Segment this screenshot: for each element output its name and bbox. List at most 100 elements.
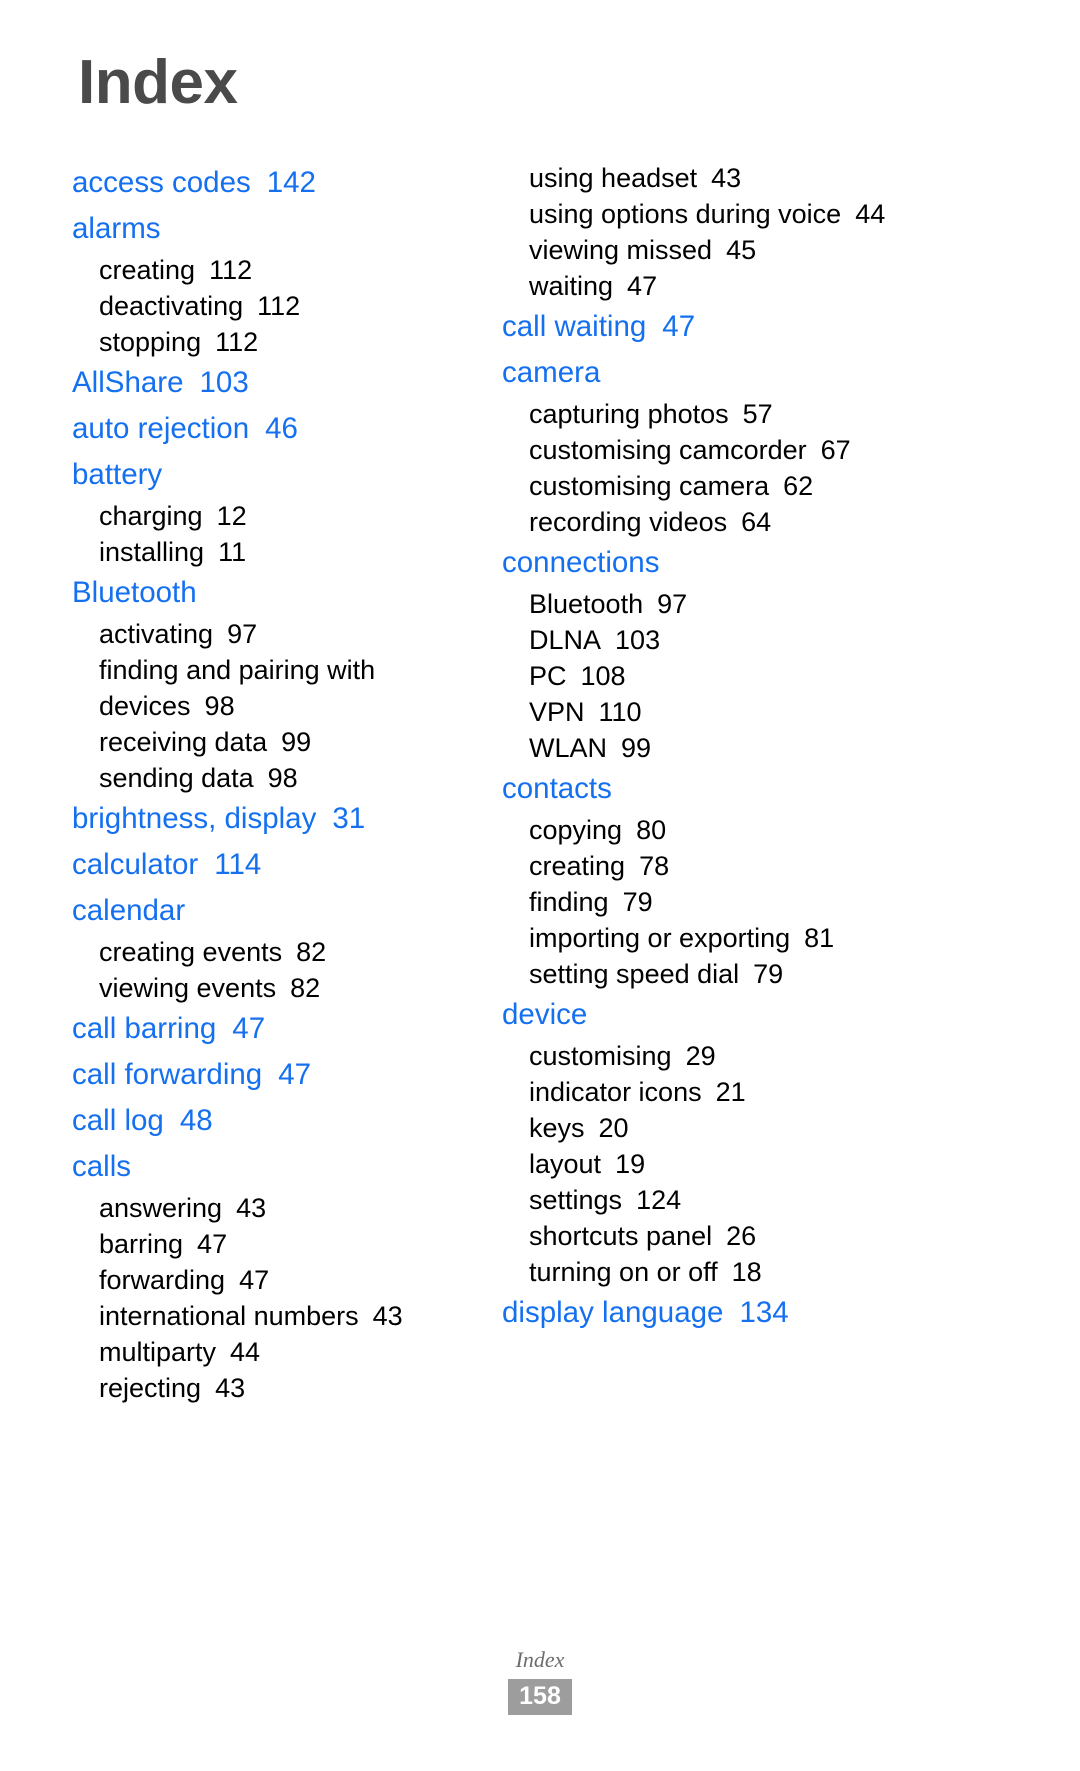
index-subentry[interactable]: activating 97 <box>99 616 502 652</box>
index-subentry[interactable]: multiparty 44 <box>99 1334 502 1370</box>
index-subentry[interactable]: deactivating 112 <box>99 288 502 324</box>
index-subentry[interactable]: answering 43 <box>99 1190 502 1226</box>
index-subentry[interactable]: customising camera 62 <box>529 468 1062 504</box>
index-subentry[interactable]: rejecting 43 <box>99 1370 502 1406</box>
index-subentry[interactable]: international numbers 43 <box>99 1298 502 1334</box>
index-entry-heading[interactable]: auto rejection 46 <box>72 406 502 452</box>
index-entry-page-number: 46 <box>265 412 298 445</box>
index-entry-block: device customising 29 indicator icons 21 keys… <box>502 992 1062 1290</box>
page-footer: Index 158 <box>0 1646 1080 1715</box>
index-subentry[interactable]: creating events 82 <box>99 934 502 970</box>
index-entry-heading[interactable]: battery <box>72 452 502 498</box>
index-subentry[interactable]: recording videos 64 <box>529 504 1062 540</box>
index-subentry-page-number: 20 <box>598 1113 629 1143</box>
index-subentry[interactable]: barring 47 <box>99 1226 502 1262</box>
index-subentry[interactable]: customising 29 <box>529 1038 1062 1074</box>
index-subentry[interactable]: Bluetooth 97 <box>529 586 1062 622</box>
index-subentry-term: customising camera <box>529 471 770 501</box>
footer-section-label: Index <box>515 1647 565 1672</box>
index-subentry[interactable]: viewing missed 45 <box>529 232 1062 268</box>
index-subentry[interactable]: WLAN 99 <box>529 730 1062 766</box>
index-subentry[interactable]: creating 78 <box>529 848 1062 884</box>
index-entry-heading[interactable]: connections <box>502 540 1062 586</box>
index-entry-heading[interactable]: alarms <box>72 206 502 252</box>
index-subentry[interactable]: charging 12 <box>99 498 502 534</box>
index-entry-heading[interactable]: access codes 142 <box>72 160 502 206</box>
index-subentry[interactable]: creating 112 <box>99 252 502 288</box>
index-entry-term: calculator <box>72 848 199 881</box>
index-entry-term: brightness, display <box>72 802 317 835</box>
index-subentry-page-number: 80 <box>636 815 667 845</box>
index-subentry[interactable]: waiting 47 <box>529 268 1062 304</box>
index-entry-heading[interactable]: display language 134 <box>502 1290 1062 1336</box>
index-entry-block: call barring 47 <box>72 1006 502 1052</box>
index-subentry[interactable]: indicator icons 21 <box>529 1074 1062 1110</box>
index-subentry-term: international numbers <box>99 1301 359 1331</box>
index-subentry-page-number: 18 <box>731 1257 762 1287</box>
index-subentry[interactable]: PC 108 <box>529 658 1062 694</box>
index-subentry[interactable]: keys 20 <box>529 1110 1062 1146</box>
index-entry-heading[interactable]: calls <box>72 1144 502 1190</box>
index-subentry[interactable]: stopping 112 <box>99 324 502 360</box>
index-entry-heading[interactable]: brightness, display 31 <box>72 796 502 842</box>
index-subentry-page-number: 98 <box>267 763 298 793</box>
index-subentry[interactable]: turning on or off 18 <box>529 1254 1062 1290</box>
index-subentry[interactable]: setting speed dial 79 <box>529 956 1062 992</box>
index-subentry[interactable]: DLNA 103 <box>529 622 1062 658</box>
index-entry-heading[interactable]: call waiting 47 <box>502 304 1062 350</box>
index-entry-block: access codes 142 <box>72 160 502 206</box>
index-subentry[interactable]: VPN 110 <box>529 694 1062 730</box>
index-subentry-page-number: 103 <box>615 625 661 655</box>
index-subentry-page-number: 44 <box>855 199 886 229</box>
index-subentry-term: sending data <box>99 763 254 793</box>
index-subentry[interactable]: finding and pairing with devices 98 <box>99 652 502 724</box>
index-entry-heading[interactable]: call log 48 <box>72 1098 502 1144</box>
index-entry-heading[interactable]: call forwarding 47 <box>72 1052 502 1098</box>
index-subentry-page-number: 108 <box>580 661 626 691</box>
index-entry-term: access codes <box>72 166 251 199</box>
index-subentry-term: settings <box>529 1185 623 1215</box>
index-entry-block: display language 134 <box>502 1290 1062 1336</box>
index-entry-heading[interactable]: calendar <box>72 888 502 934</box>
index-entry-term: call forwarding <box>72 1058 263 1091</box>
index-subentry[interactable]: sending data 98 <box>99 760 502 796</box>
index-subentry-term: barring <box>99 1229 184 1259</box>
index-subentry[interactable]: viewing events 82 <box>99 970 502 1006</box>
index-subentry[interactable]: installing 11 <box>99 534 502 570</box>
index-subentry-page-number: 11 <box>218 537 247 567</box>
index-subentry[interactable]: settings 124 <box>529 1182 1062 1218</box>
index-subentry-term: creating <box>99 255 196 285</box>
index-entry-heading[interactable]: device <box>502 992 1062 1038</box>
index-entry-block: alarms creating 112 deactivating 112 stopping… <box>72 206 502 360</box>
index-entry-heading[interactable]: contacts <box>502 766 1062 812</box>
index-subentry-term: forwarding <box>99 1265 226 1295</box>
index-entry-term: call log <box>72 1104 164 1137</box>
index-subentry[interactable]: customising camcorder 67 <box>529 432 1062 468</box>
index-entry-heading[interactable]: call barring 47 <box>72 1006 502 1052</box>
index-entry-heading[interactable]: camera <box>502 350 1062 396</box>
index-subentry-term: indicator icons <box>529 1077 702 1107</box>
index-subentry-term: copying <box>529 815 623 845</box>
index-subentry-page-number: 98 <box>204 691 235 721</box>
index-subentry[interactable]: finding 79 <box>529 884 1062 920</box>
index-subentry[interactable]: forwarding 47 <box>99 1262 502 1298</box>
index-entry-heading[interactable]: Bluetooth <box>72 570 502 616</box>
index-subentry[interactable]: using options during voice 44 <box>529 196 1062 232</box>
index-subentry-term: multiparty <box>99 1337 217 1367</box>
index-entry-page-number: 103 <box>199 366 249 399</box>
index-entry-heading[interactable]: AllShare 103 <box>72 360 502 406</box>
index-subentry-page-number: 99 <box>621 733 652 763</box>
index-subentry[interactable]: using headset 43 <box>529 160 1062 196</box>
index-entry-block: calculator 114 <box>72 842 502 888</box>
index-subentry-page-number: 57 <box>742 399 773 429</box>
index-entry-page-number: 47 <box>278 1058 312 1091</box>
index-subentry[interactable]: importing or exporting 81 <box>529 920 1062 956</box>
index-subentry[interactable]: layout 19 <box>529 1146 1062 1182</box>
index-subentry[interactable]: copying 80 <box>529 812 1062 848</box>
index-subentry-page-number: 110 <box>598 697 642 727</box>
index-subentry[interactable]: receiving data 99 <box>99 724 502 760</box>
index-subentry[interactable]: shortcuts panel 26 <box>529 1218 1062 1254</box>
index-subentry[interactable]: capturing photos 57 <box>529 396 1062 432</box>
index-subentry-page-number: 29 <box>685 1041 716 1071</box>
index-entry-heading[interactable]: calculator 114 <box>72 842 502 888</box>
